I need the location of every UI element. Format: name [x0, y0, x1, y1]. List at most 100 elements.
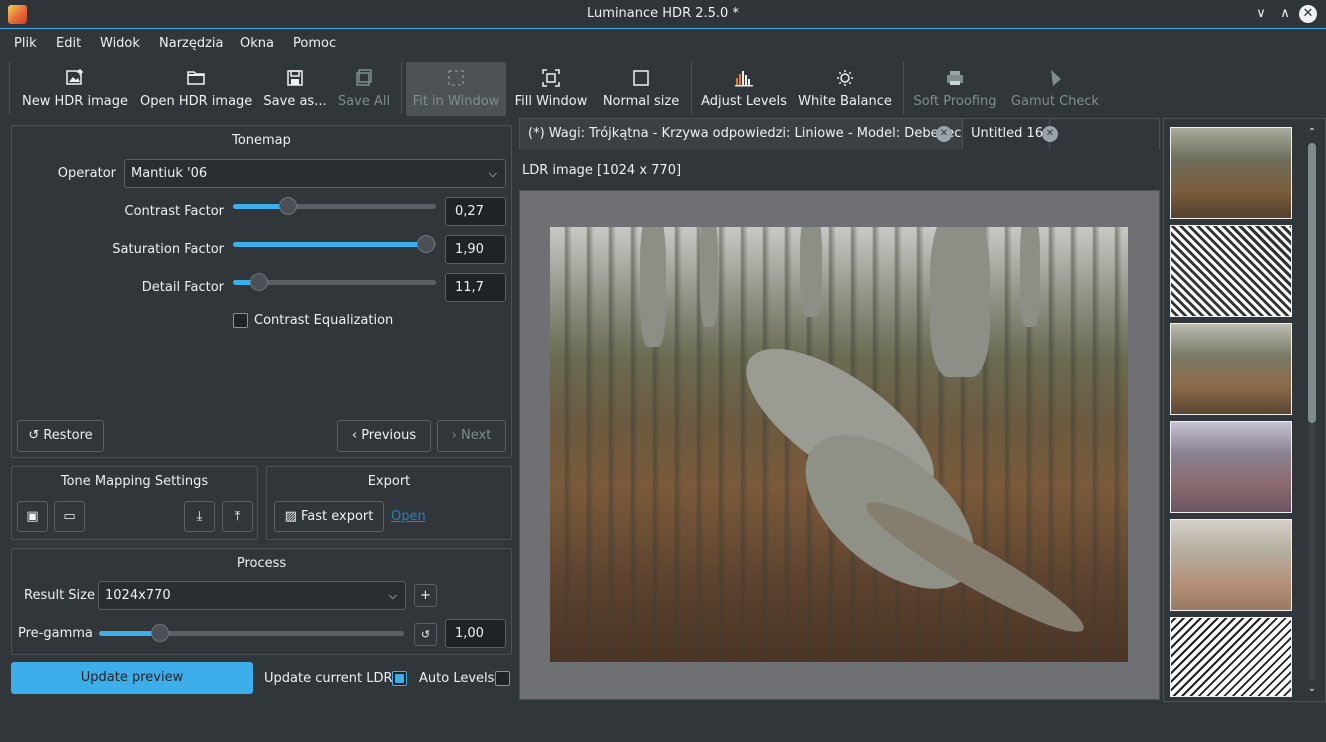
menu-plik[interactable]: Plik [14, 36, 37, 51]
contrast-factor-input[interactable]: 0,27 [445, 197, 506, 226]
menu-widok[interactable]: Widok [100, 36, 140, 51]
soft-proofing-label: Soft Proofing [913, 94, 997, 109]
toolbar-separator [9, 62, 10, 114]
save-icon: ▣ [26, 509, 39, 524]
normal-size-button[interactable]: Normal size [600, 62, 682, 116]
open-link[interactable]: Open [391, 509, 426, 524]
sun-icon [837, 70, 853, 86]
import-settings-button[interactable]: ⤓ [184, 501, 215, 532]
image-tab-bar: (*) Wagi: Trójkątna - Krzywa odpowiedzi:… [519, 118, 1160, 149]
process-group: Process Result Size 1024x770 ⌵ + Pre-gam… [11, 548, 512, 655]
auto-levels-checkbox[interactable] [495, 671, 510, 686]
previous-label: Previous [361, 428, 417, 443]
normal-size-icon [633, 70, 649, 86]
white-balance-button[interactable]: White Balance [798, 62, 892, 116]
thumbnail-preview[interactable] [1170, 421, 1292, 513]
result-size-value: 1024x770 [105, 588, 171, 603]
gamut-icon [1051, 70, 1061, 86]
update-preview-button[interactable]: Update preview [11, 662, 253, 694]
detail-factor-label: Detail Factor [141, 280, 224, 295]
scroll-down-icon[interactable]: ⌄ [1306, 683, 1318, 694]
image-icon: ▨ [284, 509, 302, 524]
fill-window-icon [542, 69, 560, 87]
pre-gamma-input[interactable]: 1,00 [445, 619, 506, 648]
update-current-ldr-checkbox[interactable] [392, 671, 407, 686]
result-size-select[interactable]: 1024x770 ⌵ [98, 581, 406, 610]
viewer-caption: LDR image [1024 x 770] [522, 163, 682, 178]
slider-handle[interactable] [151, 624, 169, 642]
thumbnail-preview[interactable] [1170, 617, 1292, 697]
tab-untitled-16[interactable]: Untitled 16 ✕ [962, 119, 1058, 149]
contrast-factor-label: Contrast Factor [124, 204, 224, 219]
thumbnail-preview[interactable] [1170, 225, 1292, 317]
image-viewer[interactable] [519, 190, 1160, 700]
save-all-button[interactable]: Save All [336, 62, 392, 116]
thumbnail-preview[interactable] [1170, 127, 1292, 219]
add-size-button[interactable]: + [414, 584, 437, 607]
result-size-label: Result Size [24, 588, 95, 603]
scrollbar-thumb[interactable] [1308, 143, 1316, 423]
menu-edit[interactable]: Edit [56, 36, 81, 51]
reset-gamma-button[interactable]: ↺ [414, 623, 437, 646]
thumbnail-preview[interactable] [1170, 519, 1292, 611]
tree-trunk [700, 227, 718, 327]
menu-narzedzia[interactable]: Narzędzia [159, 36, 224, 51]
detail-factor-slider[interactable] [233, 272, 436, 292]
save-settings-button[interactable]: ▣ [17, 501, 48, 532]
export-group: Export ▨ Fast export Open [266, 466, 512, 540]
thumbnail-preview[interactable] [1170, 323, 1292, 415]
contrast-factor-slider[interactable] [233, 196, 436, 216]
gamut-check-button[interactable]: Gamut Check [1010, 62, 1100, 116]
tab-debevec[interactable]: (*) Wagi: Trójkątna - Krzywa odpowiedzi:… [520, 119, 962, 149]
close-window-button[interactable]: ✕ [1299, 5, 1317, 23]
update-current-ldr-label: Update current LDR [264, 671, 393, 686]
ldr-image [550, 227, 1128, 662]
tonemap-group: Tonemap Operator Mantiuk '06 ⌵ Contrast … [11, 125, 512, 458]
soft-proofing-button[interactable]: Soft Proofing [910, 62, 1000, 116]
slider-fill [233, 242, 426, 247]
slider-handle[interactable] [278, 197, 297, 215]
next-button[interactable]: › Next [437, 420, 506, 452]
close-tab-icon[interactable]: ✕ [936, 126, 952, 142]
scroll-up-icon[interactable]: ⌃ [1306, 127, 1318, 138]
minimize-button[interactable]: ∨ [1252, 5, 1270, 23]
operator-select[interactable]: Mantiuk '06 ⌵ [124, 159, 506, 188]
save-as-button[interactable]: Save as... [262, 62, 328, 116]
contrast-equalization-checkbox[interactable] [233, 313, 248, 328]
fill-window-button[interactable]: Fill Window [512, 62, 590, 116]
previous-button[interactable]: ‹ Previous [337, 420, 431, 452]
open-hdr-button[interactable]: Open HDR image [140, 62, 252, 116]
gamut-check-label: Gamut Check [1010, 94, 1100, 109]
open-hdr-label: Open HDR image [140, 94, 253, 109]
saturation-factor-slider[interactable] [233, 234, 436, 254]
adjust-levels-button[interactable]: Adjust Levels [700, 62, 788, 116]
toolbar-separator [903, 62, 904, 114]
maximize-button[interactable]: ∧ [1276, 5, 1294, 23]
export-settings-button[interactable]: ⤒ [222, 501, 253, 532]
restore-button[interactable]: ↺ Restore [17, 420, 104, 452]
thumbnail-scrollbar[interactable]: ⌃ ⌄ [1306, 127, 1318, 697]
load-settings-button[interactable]: ▭ [54, 501, 85, 532]
pre-gamma-slider[interactable] [99, 623, 404, 643]
upload-icon: ⤒ [234, 509, 241, 524]
tone-mapping-settings-group: Tone Mapping Settings ▣ ▭ ⤓ ⤒ [11, 466, 258, 540]
adjust-levels-label: Adjust Levels [701, 94, 787, 109]
new-image-icon [66, 69, 83, 85]
close-tab-icon[interactable]: ✕ [1042, 126, 1058, 142]
slider-handle[interactable] [250, 273, 269, 291]
fit-window-icon [448, 70, 464, 86]
new-hdr-button[interactable]: New HDR image [20, 62, 130, 116]
detail-factor-input[interactable]: 11,7 [445, 273, 506, 302]
saturation-factor-input[interactable]: 1,90 [445, 235, 506, 264]
white-balance-label: White Balance [798, 94, 892, 109]
tree-trunk [930, 227, 990, 377]
fit-in-window-button[interactable]: Fit in Window [406, 62, 506, 116]
pre-gamma-label: Pre-gamma [18, 626, 93, 641]
menu-okna[interactable]: Okna [240, 36, 274, 51]
menu-pomoc[interactable]: Pomoc [293, 36, 336, 51]
slider-handle[interactable] [416, 235, 435, 253]
fast-export-button[interactable]: ▨ Fast export [274, 501, 384, 532]
chevron-down-icon: ⌵ [488, 167, 497, 180]
tree-trunk [1020, 227, 1040, 327]
tree-trunk [800, 227, 822, 317]
